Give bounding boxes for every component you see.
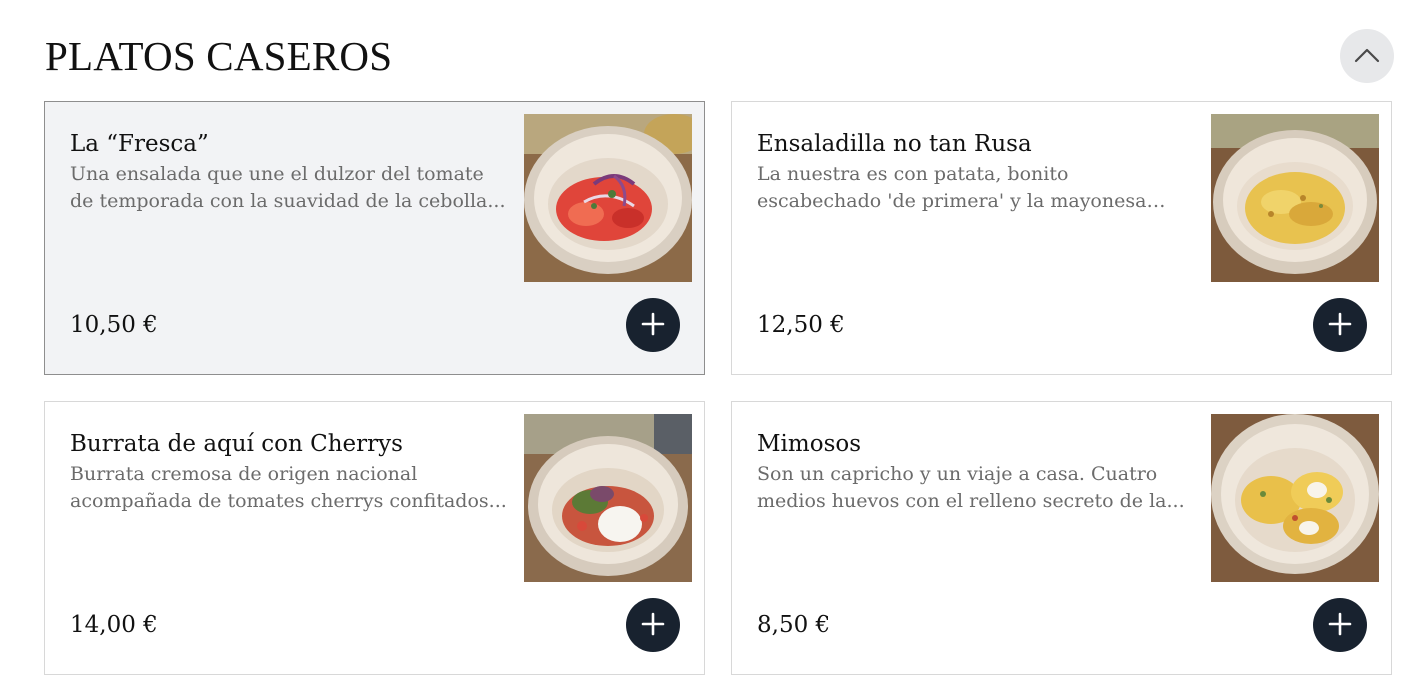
dish-description: Burrata cremosa de origen nacional acomp…	[70, 463, 507, 512]
dish-photo	[1211, 114, 1379, 282]
dish-card[interactable]: La “Fresca” Una ensalada que une el dulz…	[44, 101, 705, 375]
add-to-cart-button[interactable]	[1313, 598, 1367, 652]
dish-price: 14,00 €	[70, 612, 158, 638]
dish-price: 8,50 €	[757, 612, 831, 638]
plus-icon	[1328, 612, 1352, 639]
collapse-section-button[interactable]	[1340, 29, 1394, 83]
dish-name: Mimosos	[757, 431, 862, 457]
dish-description: Son un capricho y un viaje a casa. Cuatr…	[757, 463, 1185, 512]
section-title: PLATOS CASEROS	[45, 33, 393, 79]
plus-icon	[1328, 312, 1352, 339]
dish-price: 12,50 €	[757, 312, 845, 338]
plus-icon	[641, 312, 665, 339]
add-to-cart-button[interactable]	[1313, 298, 1367, 352]
plus-icon	[641, 612, 665, 639]
dish-photo	[524, 114, 692, 282]
dish-photo	[524, 414, 692, 582]
dish-photo	[1211, 414, 1379, 582]
dish-name: Burrata de aquí con Cherrys	[70, 431, 403, 457]
dish-price: 10,50 €	[70, 312, 158, 338]
dish-card[interactable]: Burrata de aquí con Cherrys Burrata crem…	[44, 401, 705, 675]
dish-description: La nuestra es con patata, bonito escabec…	[757, 163, 1147, 212]
add-to-cart-button[interactable]	[626, 298, 680, 352]
dish-name: La “Fresca”	[70, 131, 209, 157]
dish-card[interactable]: Ensaladilla no tan Rusa La nuestra es co…	[731, 101, 1392, 375]
dish-description: Una ensalada que une el dulzor del tomat…	[70, 163, 506, 212]
chevron-up-icon	[1354, 47, 1380, 66]
add-to-cart-button[interactable]	[626, 598, 680, 652]
dish-card[interactable]: Mimosos Son un capricho y un viaje a cas…	[731, 401, 1392, 675]
dish-name: Ensaladilla no tan Rusa	[757, 131, 1032, 157]
